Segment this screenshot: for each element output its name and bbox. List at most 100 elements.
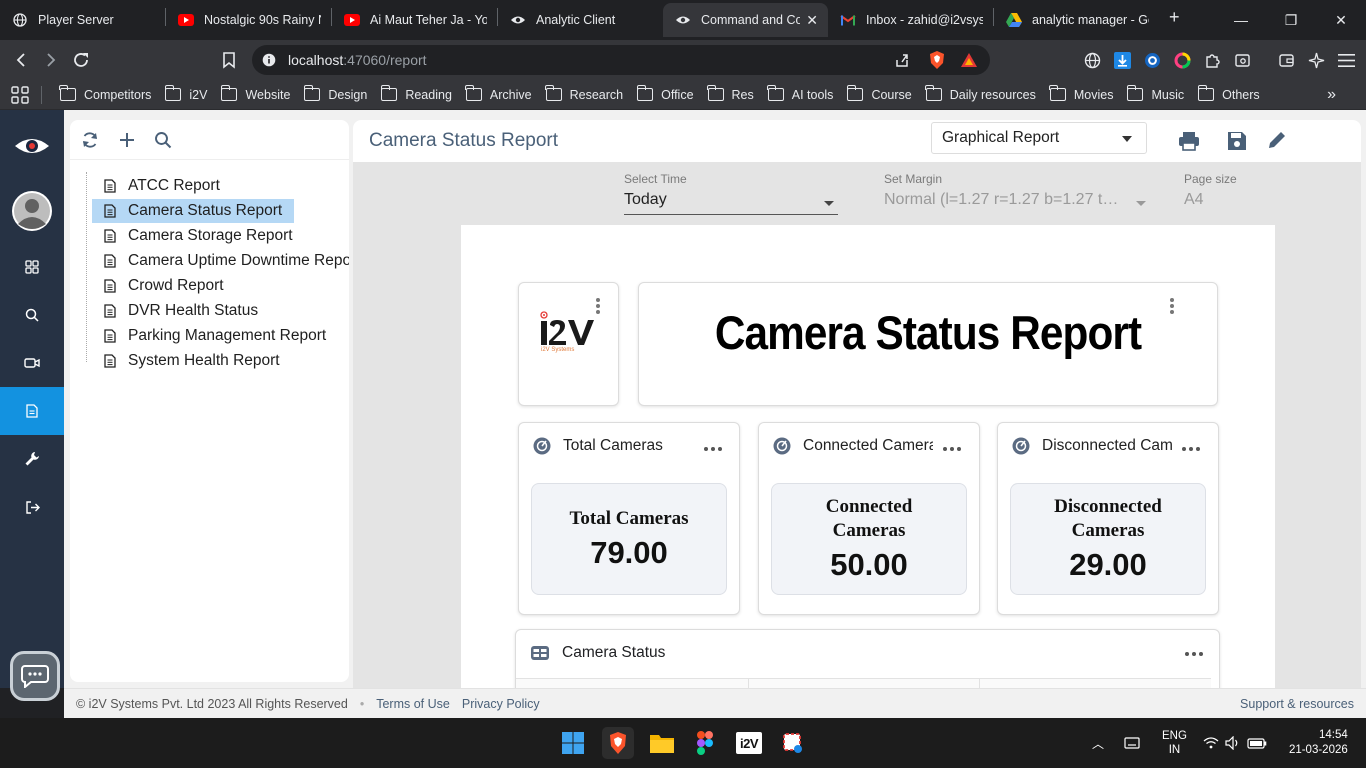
bookmark-folder[interactable]: Office [636, 85, 694, 102]
bookmarks-overflow-icon[interactable]: » [1327, 86, 1336, 104]
back-icon[interactable] [6, 45, 36, 75]
file-explorer-icon[interactable] [646, 727, 678, 759]
add-icon[interactable] [118, 131, 136, 149]
bookmark-folder[interactable]: Website [220, 85, 290, 102]
share-icon[interactable] [894, 52, 910, 68]
puzzle-icon[interactable] [1202, 50, 1222, 70]
bookmark-folder[interactable]: Course [846, 85, 912, 102]
figma-icon[interactable] [689, 727, 721, 759]
video-camera-icon[interactable] [0, 339, 64, 387]
language-indicator[interactable]: ENG IN [1162, 729, 1187, 757]
maximize-icon[interactable]: ❐ [1266, 0, 1316, 40]
more-horizontal-icon[interactable] [704, 447, 722, 451]
bookmark-folder[interactable]: Research [544, 85, 623, 102]
chevron-up-icon[interactable]: ︿ [1092, 735, 1104, 752]
edit-pencil-icon[interactable] [1266, 129, 1290, 153]
report-tree-item[interactable]: Crowd Report [104, 274, 224, 298]
clock[interactable]: 14:54 21-03-2026 [1289, 728, 1348, 758]
privacy-link[interactable]: Privacy Policy [462, 697, 540, 711]
bookmark-icon[interactable] [214, 45, 244, 75]
bookmark-folder[interactable]: Res [706, 85, 754, 102]
brave-rewards-icon[interactable] [960, 52, 978, 68]
battery-icon[interactable] [1247, 737, 1267, 749]
sparkle-icon[interactable] [1306, 50, 1326, 70]
bookmark-folder[interactable]: Design [303, 85, 367, 102]
speaker-icon[interactable] [1225, 736, 1241, 750]
media-icon[interactable] [1232, 50, 1252, 70]
bookmark-folder[interactable]: Movies [1049, 85, 1113, 102]
bookmark-folder[interactable]: Others [1197, 85, 1260, 102]
more-vertical-icon[interactable] [596, 298, 600, 316]
bookmark-folder[interactable]: Reading [380, 85, 452, 102]
save-icon[interactable] [1225, 129, 1249, 153]
bookmark-folder[interactable]: Archive [465, 85, 532, 102]
browser-tab[interactable]: Ai Maut Teher Ja - YouTube [332, 3, 497, 37]
minimize-icon[interactable]: — [1216, 0, 1266, 40]
keyboard-icon[interactable] [1124, 737, 1140, 749]
print-icon[interactable] [1177, 129, 1201, 153]
bookmark-folder[interactable]: Competitors [59, 85, 151, 102]
snipping-tool-icon[interactable] [777, 727, 809, 759]
gear-extension-icon[interactable] [1142, 50, 1162, 70]
report-tree-item[interactable]: Parking Management Report [104, 324, 326, 348]
report-icon[interactable] [0, 387, 64, 435]
bookmark-folder[interactable]: Daily resources [925, 85, 1036, 102]
report-tree-item[interactable]: ATCC Report [104, 174, 220, 198]
browser-tab[interactable]: Player Server [0, 3, 165, 37]
refresh-icon[interactable] [80, 130, 100, 150]
site-info-icon[interactable] [262, 53, 276, 67]
folder-icon [1126, 85, 1144, 101]
chat-button[interactable] [10, 651, 60, 701]
close-tab-icon[interactable]: ✕ [806, 12, 818, 29]
report-type-value: Graphical Report [942, 129, 1060, 146]
set-margin-label: Set Margin [884, 172, 943, 186]
browser-tab[interactable]: analytic manager - Google Drive [994, 3, 1159, 37]
color-ring-icon[interactable] [1172, 50, 1192, 70]
logout-icon[interactable] [0, 483, 64, 531]
more-vertical-icon[interactable] [1170, 298, 1174, 316]
wallet-icon[interactable] [1276, 50, 1296, 70]
app-logo-icon[interactable] [0, 122, 64, 170]
wifi-icon[interactable] [1203, 737, 1219, 749]
translate-icon[interactable] [1082, 50, 1102, 70]
more-horizontal-icon[interactable] [1185, 652, 1203, 656]
more-horizontal-icon[interactable] [943, 447, 961, 451]
select-time-field[interactable]: Select Time Today [624, 172, 838, 215]
report-tree-item[interactable]: DVR Health Status [104, 299, 258, 323]
dashboard-grid-icon[interactable] [0, 243, 64, 291]
windows-start-icon[interactable] [557, 727, 589, 759]
browser-tab[interactable]: Nostalgic 90s Rainy Night [166, 3, 331, 37]
reload-icon[interactable] [66, 45, 96, 75]
browser-tab-active[interactable]: Command and Control ✕ [663, 3, 828, 37]
i2v-app-label: i2V [736, 732, 762, 754]
close-window-icon[interactable]: ✕ [1316, 0, 1366, 40]
report-tree-item[interactable]: Camera Status Report [92, 199, 295, 223]
report-type-select[interactable]: Graphical Report [931, 122, 1147, 154]
new-tab-button[interactable]: + [1169, 7, 1180, 28]
i2v-app-icon[interactable]: i2V [733, 727, 765, 759]
table-icon [531, 646, 549, 660]
terms-link[interactable]: Terms of Use [376, 697, 450, 711]
download-extension-icon[interactable] [1112, 50, 1132, 70]
report-tree-item[interactable]: Camera Storage Report [104, 224, 293, 248]
wrench-icon[interactable] [0, 435, 64, 483]
apps-grid-icon[interactable] [11, 85, 42, 104]
search-icon[interactable] [0, 291, 64, 339]
brave-shield-icon[interactable] [928, 50, 946, 70]
bookmark-folder[interactable]: Music [1126, 85, 1184, 102]
support-link[interactable]: Support & resources [1240, 697, 1354, 711]
browser-tab[interactable]: Analytic Client [498, 3, 663, 37]
avatar[interactable] [0, 187, 64, 235]
report-tree-item[interactable]: Camera Uptime Downtime Report [104, 249, 349, 273]
forward-icon[interactable] [36, 45, 66, 75]
more-horizontal-icon[interactable] [1182, 447, 1200, 451]
bookmark-folder[interactable]: AI tools [767, 85, 833, 102]
address-bar[interactable]: localhost:47060/report [252, 45, 990, 75]
document-icon [104, 279, 116, 293]
brave-browser-icon[interactable] [602, 727, 634, 759]
menu-icon[interactable] [1336, 50, 1356, 70]
search-icon[interactable] [154, 131, 172, 149]
bookmark-folder[interactable]: i2V [164, 85, 207, 102]
browser-tab[interactable]: Inbox - zahid@i2vsystems.com [828, 3, 993, 37]
report-tree-item[interactable]: System Health Report [104, 349, 280, 373]
